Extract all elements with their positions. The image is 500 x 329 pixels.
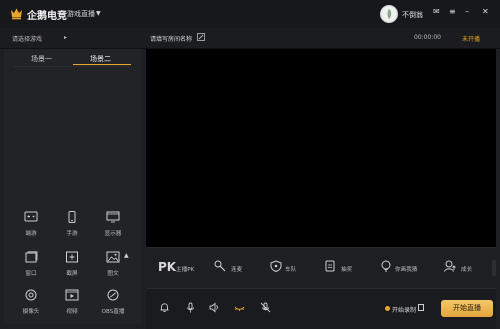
mail-icon[interactable]: ✉ — [433, 7, 440, 17]
source-label: OBS直播 — [101, 309, 125, 315]
app-title: 企鹅电竞 — [27, 11, 67, 22]
username: 不倒翁 — [402, 11, 423, 19]
avatar[interactable] — [380, 5, 398, 23]
link-mic-icon — [214, 260, 226, 272]
mode-select[interactable]: 游戏直播 — [67, 9, 95, 19]
start-live-button[interactable]: 开始直播 — [441, 300, 493, 317]
source-label: 图文 — [107, 271, 119, 277]
shield-icon — [270, 260, 282, 272]
microphone-icon[interactable] — [185, 302, 196, 313]
record-button[interactable]: 开始录制 — [392, 305, 416, 314]
lottery-icon — [325, 260, 335, 272]
obs-icon — [107, 289, 119, 301]
live-status: 未开播 — [462, 36, 481, 43]
source-label: 端游 — [25, 231, 37, 237]
growth-icon — [444, 260, 456, 272]
tool-label: 车队 — [285, 267, 297, 273]
eye-closed-icon[interactable] — [234, 302, 245, 313]
monitor-icon — [106, 211, 120, 223]
active-tab-indicator — [73, 64, 131, 65]
stream-preview — [146, 49, 496, 247]
scene-panel — [4, 49, 141, 324]
chevron-down-icon[interactable]: ▼ — [96, 10, 101, 17]
source-button-obs[interactable]: OBS直播 — [93, 289, 133, 319]
source-label: 视频 — [66, 309, 78, 315]
source-button-pc-game[interactable]: 端游 — [11, 211, 51, 241]
mic-off-icon[interactable] — [260, 302, 271, 313]
close-icon[interactable]: ✕ — [482, 7, 489, 17]
live-timer: 00:00:00 — [414, 34, 441, 41]
source-button-mobile-game[interactable]: 手游 — [52, 211, 92, 241]
phone-icon — [68, 211, 76, 223]
record-settings-icon[interactable] — [418, 304, 424, 311]
tool-label: 主播PK — [176, 267, 195, 273]
gamepad-icon — [24, 211, 38, 222]
tool-label: 连麦 — [231, 267, 243, 273]
app-logo-icon — [11, 8, 22, 20]
tool-label: 抽奖 — [341, 267, 353, 273]
source-label: 摄像头 — [22, 309, 40, 315]
source-button-monitor[interactable]: 显示器 — [93, 211, 133, 241]
window-icon — [25, 251, 38, 263]
record-indicator — [385, 306, 390, 311]
caret-up-icon[interactable]: ▲ — [124, 252, 129, 259]
crop-icon — [66, 251, 78, 263]
tab-scene-2[interactable]: 场景二 — [90, 54, 111, 64]
source-label: 窗口 — [25, 271, 37, 277]
source-button-video[interactable]: 视频 — [52, 289, 92, 319]
source-button-window[interactable]: 窗口 — [11, 251, 51, 281]
source-label: 手游 — [66, 231, 78, 237]
source-label: 显示器 — [104, 231, 122, 237]
source-button-camera[interactable]: 摄像头 — [11, 289, 51, 319]
bell-icon[interactable] — [159, 302, 170, 313]
source-button-image-text[interactable]: ▲ 图文 — [93, 251, 133, 281]
bulb-icon — [381, 260, 391, 272]
tool-label: 成长 — [461, 267, 473, 273]
chevron-right-icon[interactable]: ▸ — [64, 34, 67, 41]
pk-icon: PK — [158, 260, 177, 274]
game-select[interactable]: 请选择游戏 — [12, 34, 42, 43]
tab-scene-1[interactable]: 场景一 — [31, 54, 52, 64]
tool-label: 你画我猜 — [395, 267, 418, 273]
video-icon — [65, 289, 79, 301]
room-name-field[interactable]: 请填写房间名称 — [150, 34, 192, 43]
image-icon — [106, 251, 120, 263]
speaker-icon[interactable] — [209, 302, 220, 313]
tools-scrollbar[interactable] — [492, 260, 496, 276]
minimize-icon[interactable]: – — [465, 7, 469, 17]
divider — [13, 66, 131, 67]
camera-icon — [25, 289, 37, 301]
menu-icon[interactable]: ≡ — [449, 7, 456, 17]
source-label: 截屏 — [66, 271, 78, 277]
edit-icon[interactable] — [197, 33, 205, 41]
source-button-screenshot[interactable]: 截屏 — [52, 251, 92, 281]
